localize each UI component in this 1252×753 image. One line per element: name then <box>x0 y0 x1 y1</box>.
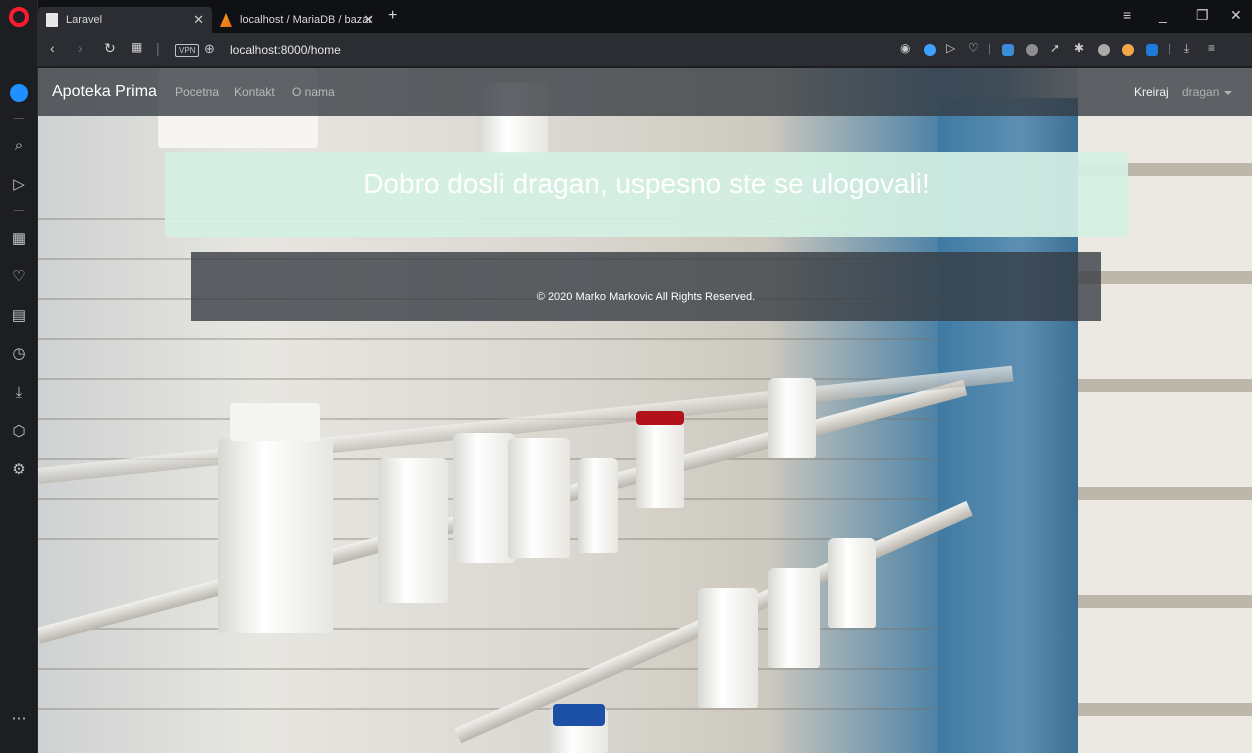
divider: | <box>1168 41 1172 55</box>
shield-icon[interactable] <box>924 44 936 56</box>
caret-down-icon <box>1224 90 1233 95</box>
send-icon[interactable]: ▷ <box>8 174 30 196</box>
url-field[interactable]: localhost:8000/home <box>230 43 341 57</box>
divider: | <box>988 41 992 55</box>
nav-link-home[interactable]: Pocetna <box>175 85 219 99</box>
extension-gear-icon[interactable]: ✱ <box>1074 41 1084 55</box>
create-link[interactable]: Kreiraj <box>1134 85 1169 99</box>
globe-icon[interactable]: ⊕ <box>204 41 215 57</box>
document-icon <box>46 13 58 27</box>
forward-icon[interactable]: › <box>78 40 83 56</box>
close-window-button[interactable]: ✕ <box>1230 7 1242 24</box>
site-navbar: Apoteka Prima Pocetna Kontakt O nama Kre… <box>38 68 1252 116</box>
download-icon[interactable]: ⤓ <box>8 382 30 404</box>
camera-icon[interactable]: ◉ <box>900 41 910 55</box>
tab-title: Laravel <box>66 14 103 26</box>
more-icon[interactable]: ⋯ <box>8 708 30 730</box>
search-icon[interactable]: ⌕ <box>8 135 30 157</box>
download-icon[interactable]: ⤓ <box>1184 41 1189 56</box>
sidebar-divider <box>14 210 24 211</box>
extension-icon[interactable] <box>1002 44 1014 56</box>
history-icon[interactable]: ◷ <box>8 343 30 365</box>
news-icon[interactable]: ▤ <box>8 305 30 327</box>
reload-icon[interactable]: ↻ <box>104 40 116 57</box>
vpn-badge[interactable]: VPN <box>175 44 200 57</box>
easy-setup-icon[interactable]: ≡ <box>1123 7 1131 23</box>
browser-sidebar: ⌕ ▷ ▦ ♡ ▤ ◷ ⤓ ⬡ ⚙ ⋯ <box>0 0 38 753</box>
nav-link-about[interactable]: O nama <box>292 85 335 99</box>
divider: | <box>156 40 160 56</box>
nav-link-contact[interactable]: Kontakt <box>234 85 275 99</box>
sidebar-divider <box>14 118 24 119</box>
address-bar: ‹ › ↻ ▦ | VPN ⊕ localhost:8000/home ◉ ▷ … <box>38 33 1252 67</box>
close-tab-icon[interactable]: ✕ <box>363 7 374 33</box>
box-icon[interactable]: ⬡ <box>8 421 30 443</box>
minimize-button[interactable]: _ <box>1159 7 1167 23</box>
heart-icon[interactable]: ♡ <box>968 41 979 55</box>
extension-icon[interactable] <box>1098 44 1110 56</box>
extension-icon[interactable] <box>1122 44 1134 56</box>
brand-logo[interactable]: Apoteka Prima <box>52 83 157 101</box>
extension-icon[interactable] <box>1026 44 1038 56</box>
maximize-button[interactable]: ❐ <box>1196 7 1209 24</box>
send-icon[interactable]: ▷ <box>946 41 955 55</box>
extension-icon[interactable]: ➚ <box>1050 41 1060 55</box>
site-footer: © 2020 Marko Markovic All Rights Reserve… <box>191 252 1101 321</box>
tab-laravel[interactable]: Laravel ✕ <box>38 7 212 33</box>
close-tab-icon[interactable]: ✕ <box>193 7 204 33</box>
user-dropdown[interactable]: dragan <box>1182 85 1233 99</box>
user-name: dragan <box>1182 85 1220 99</box>
extension-s-icon[interactable] <box>1146 44 1158 56</box>
back-icon[interactable]: ‹ <box>50 40 55 56</box>
speed-dial-icon[interactable]: ▦ <box>131 40 142 54</box>
page-viewport: Apoteka Prima Pocetna Kontakt O nama Kre… <box>38 68 1252 753</box>
new-tab-button[interactable]: + <box>388 7 397 25</box>
tab-bar: Laravel ✕ localhost / MariaDB / bazar ✕ … <box>38 0 1252 33</box>
easy-setup-icon[interactable]: ≡ <box>1208 41 1215 55</box>
opera-logo-icon[interactable] <box>9 7 29 27</box>
welcome-alert: Dobro dosli dragan, uspesno ste se ulogo… <box>165 152 1128 237</box>
tab-title: localhost / MariaDB / bazar <box>240 14 373 26</box>
heart-icon[interactable]: ♡ <box>8 266 30 288</box>
settings-gear-icon[interactable]: ⚙ <box>8 459 30 481</box>
speed-dial-icon[interactable]: ▦ <box>8 228 30 250</box>
tab-phpmyadmin[interactable]: localhost / MariaDB / bazar ✕ <box>212 7 382 33</box>
messenger-icon[interactable] <box>10 84 28 102</box>
phpmyadmin-sail-icon <box>220 13 232 27</box>
